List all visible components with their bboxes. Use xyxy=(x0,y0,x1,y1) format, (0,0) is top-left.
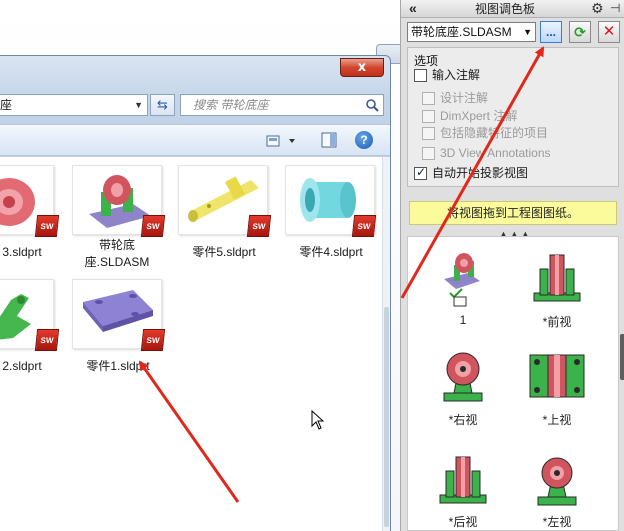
checkbox[interactable]: ✓ xyxy=(414,165,427,180)
file-name: 零件5.sldprt xyxy=(192,245,256,259)
search-icon[interactable] xyxy=(365,98,379,112)
file-item[interactable]: SW 3.sldprt xyxy=(0,165,60,265)
browse-button[interactable]: ... xyxy=(540,21,562,43)
file-explorer-window: x 座 ▼ ⇆ 搜索 带轮底座 ? SW 3.sldprt SW 带轮底座.SL… xyxy=(0,55,391,531)
mouse-cursor-icon xyxy=(311,410,325,430)
file-item[interactable]: SW 零件1.sldprt xyxy=(72,279,166,379)
file-name: 零件1.sldprt xyxy=(86,359,150,373)
document-name: 带轮底座.SLDASM xyxy=(411,25,512,39)
help-button[interactable]: ? xyxy=(355,131,373,149)
close-button[interactable]: x xyxy=(340,58,384,77)
pin-icon[interactable]: ⊣ xyxy=(610,0,620,16)
collapse-icon[interactable]: « xyxy=(409,0,417,16)
address-text: 座 xyxy=(0,98,13,112)
search-input[interactable]: 搜索 带轮底座 xyxy=(180,94,384,116)
checkbox xyxy=(422,110,435,123)
explorer-toolbar: ? xyxy=(0,124,390,156)
view-item-isometric[interactable]: 1 xyxy=(418,249,508,339)
checkbox xyxy=(422,147,435,160)
view-item-top[interactable]: *上视 xyxy=(512,343,602,433)
file-item[interactable]: SW 2.sldprt xyxy=(0,279,60,379)
left-view-icon xyxy=(537,457,577,506)
chevron-down-icon[interactable]: ▼ xyxy=(134,95,143,115)
file-item[interactable]: SW 零件4.sldprt xyxy=(285,165,377,265)
change-view-icon[interactable] xyxy=(265,132,299,150)
address-bar[interactable]: 座 ▼ xyxy=(0,94,148,116)
solidworks-icon: SW xyxy=(34,215,60,237)
checkbox xyxy=(422,92,435,105)
checkbox xyxy=(422,127,435,140)
isometric-view-icon xyxy=(444,253,480,307)
file-name: 零件4.sldprt xyxy=(299,245,363,259)
solidworks-icon: SW xyxy=(140,329,166,351)
palette-title-bar: « 视图调色板 ⚙ ⊣ xyxy=(401,0,624,18)
file-name: 带轮底座.SLDASM xyxy=(84,238,150,269)
gear-icon[interactable]: ⚙ xyxy=(591,0,604,16)
checkmark-icon: ✓ xyxy=(416,165,427,179)
views-list: 1 *前视 *右视 *上视 *后视 *左视 xyxy=(407,236,619,531)
view-item-left[interactable]: *左视 xyxy=(512,443,602,531)
view-item-front[interactable]: *前视 xyxy=(512,249,602,339)
scrollbar-thumb[interactable] xyxy=(384,307,389,527)
document-select[interactable]: 带轮底座.SLDASM ▼ xyxy=(407,22,536,42)
back-view-icon xyxy=(439,456,487,504)
solidworks-icon: SW xyxy=(246,215,272,237)
top-view-icon xyxy=(529,354,585,398)
front-view-icon xyxy=(533,254,581,302)
palette-title: 视图调色板 xyxy=(475,2,536,16)
vertical-scrollbar[interactable] xyxy=(382,157,390,531)
preview-pane-icon[interactable] xyxy=(320,131,338,149)
palette-scroll-handle[interactable] xyxy=(620,334,624,380)
refresh-button[interactable]: ⇆ xyxy=(150,94,175,116)
view-item-right[interactable]: *右视 xyxy=(418,343,508,433)
search-placeholder: 搜索 带轮底座 xyxy=(193,98,269,112)
close-icon[interactable]: ✕ xyxy=(598,21,620,43)
options-title: 选项 xyxy=(414,54,439,68)
refresh-icon[interactable]: ⟳ xyxy=(569,21,591,43)
solidworks-icon: SW xyxy=(351,215,377,237)
file-name: 3.sldprt xyxy=(2,245,42,259)
file-item[interactable]: SW 零件5.sldprt xyxy=(178,165,272,265)
solidworks-icon: SW xyxy=(34,329,60,351)
view-palette-panel: « 视图调色板 ⚙ ⊣ 带轮底座.SLDASM ▼ ... ⟳ ✕ 选项 输入注… xyxy=(400,0,624,531)
options-group: 选项 输入注解 设计注解 DimXpert 注解 包括隐藏特征的项目 3D Vi… xyxy=(407,47,619,187)
right-view-icon xyxy=(443,352,483,402)
solidworks-icon: SW xyxy=(140,215,166,237)
checkbox[interactable] xyxy=(414,69,427,82)
view-item-back[interactable]: *后视 xyxy=(418,443,508,531)
file-list-pane: SW 3.sldprt SW 带轮底座.SLDASM SW 零件5.sldprt… xyxy=(0,157,382,531)
chevron-down-icon[interactable]: ▼ xyxy=(523,23,532,41)
file-name: 2.sldprt xyxy=(2,359,42,373)
drag-hint-banner: 将视图拖到工程图图纸。 xyxy=(409,201,617,225)
file-item[interactable]: SW 带轮底座.SLDASM xyxy=(72,165,166,275)
